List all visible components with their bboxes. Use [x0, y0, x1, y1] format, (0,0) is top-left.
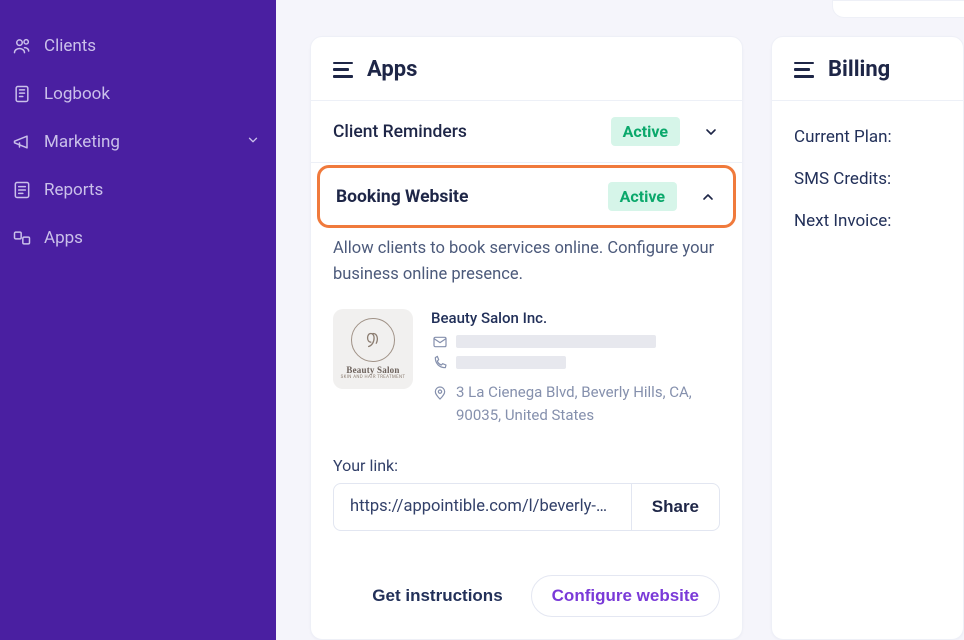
reports-icon — [12, 180, 32, 200]
business-phone-row — [431, 354, 720, 371]
clients-icon — [12, 36, 32, 56]
billing-row-invoice: Next Invoice: — [794, 211, 941, 231]
billing-card-header: Billing — [772, 37, 963, 101]
sidebar-item-marketing[interactable]: Marketing — [0, 118, 276, 166]
link-box: https://appointible.com/l/beverly-hills … — [333, 483, 720, 531]
billing-body: Current Plan: SMS Credits: Next Invoice: — [772, 101, 963, 271]
sidebar-item-label: Clients — [44, 36, 96, 56]
sidebar-item-clients[interactable]: Clients — [0, 22, 276, 70]
configure-website-button[interactable]: Configure website — [531, 575, 720, 617]
chevron-up-icon — [699, 189, 717, 205]
apps-card-footer: Get instructions Configure website — [311, 553, 742, 640]
app-row-booking-website[interactable]: Booking Website Active — [320, 168, 733, 225]
sidebar-item-label: Reports — [44, 180, 103, 200]
sidebar: Clients Logbook Marketing Reports Apps — [0, 0, 276, 640]
sidebar-item-apps[interactable]: Apps — [0, 214, 276, 262]
logo-subtext: SKIN AND HAIR TREATMENT — [341, 375, 406, 380]
apps-card-header: Apps — [311, 37, 742, 101]
list-icon — [794, 62, 814, 78]
booking-link-input[interactable]: https://appointible.com/l/beverly-hills — [334, 497, 631, 516]
app-row-title: Client Reminders — [333, 122, 601, 142]
sidebar-item-reports[interactable]: Reports — [0, 166, 276, 214]
billing-row-plan: Current Plan: — [794, 127, 941, 147]
marketing-icon — [12, 132, 32, 152]
link-label: Your link: — [333, 456, 720, 475]
highlight-outline: Booking Website Active — [317, 165, 736, 228]
app-row-title: Booking Website — [336, 187, 598, 207]
business-info: Beauty Salon Inc. — [431, 309, 720, 432]
business-email-row — [431, 333, 720, 350]
list-icon — [333, 62, 353, 78]
status-badge: Active — [611, 117, 680, 146]
main-area: Apps Client Reminders Active Booking Web… — [276, 0, 964, 640]
business-logo: Beauty Salon SKIN AND HAIR TREATMENT — [333, 309, 413, 389]
sidebar-item-label: Logbook — [44, 84, 110, 104]
business-name: Beauty Salon Inc. — [431, 309, 720, 327]
business-address-row: 3 La Cienega Blvd, Beverly Hills, CA, 90… — [431, 381, 720, 428]
sidebar-item-label: Marketing — [44, 132, 120, 152]
chevron-down-icon — [246, 132, 260, 152]
pin-icon — [431, 384, 448, 401]
app-row-client-reminders[interactable]: Client Reminders Active — [311, 101, 742, 163]
status-badge: Active — [608, 182, 677, 211]
get-instructions-button[interactable]: Get instructions — [358, 576, 516, 616]
mail-icon — [431, 333, 448, 350]
booking-website-panel: Allow clients to book services online. C… — [311, 232, 742, 553]
logo-illustration — [351, 318, 395, 362]
share-button[interactable]: Share — [631, 484, 719, 530]
redacted-email — [456, 335, 656, 348]
business-address: 3 La Cienega Blvd, Beverly Hills, CA, 90… — [456, 381, 720, 428]
apps-card: Apps Client Reminders Active Booking Web… — [310, 36, 743, 640]
business-block: Beauty Salon SKIN AND HAIR TREATMENT Bea… — [333, 309, 720, 432]
sidebar-item-logbook[interactable]: Logbook — [0, 70, 276, 118]
sidebar-item-label: Apps — [44, 228, 83, 248]
billing-card-title: Billing — [828, 57, 890, 82]
chevron-down-icon — [702, 124, 720, 140]
phone-icon — [431, 354, 448, 371]
app-description: Allow clients to book services online. C… — [333, 236, 720, 287]
logo-text: Beauty Salon — [346, 365, 399, 375]
redacted-phone — [456, 356, 566, 369]
logbook-icon — [12, 84, 32, 104]
apps-icon — [12, 228, 32, 248]
apps-card-title: Apps — [367, 57, 417, 82]
billing-row-sms: SMS Credits: — [794, 169, 941, 189]
billing-card: Billing Current Plan: SMS Credits: Next … — [771, 36, 964, 640]
